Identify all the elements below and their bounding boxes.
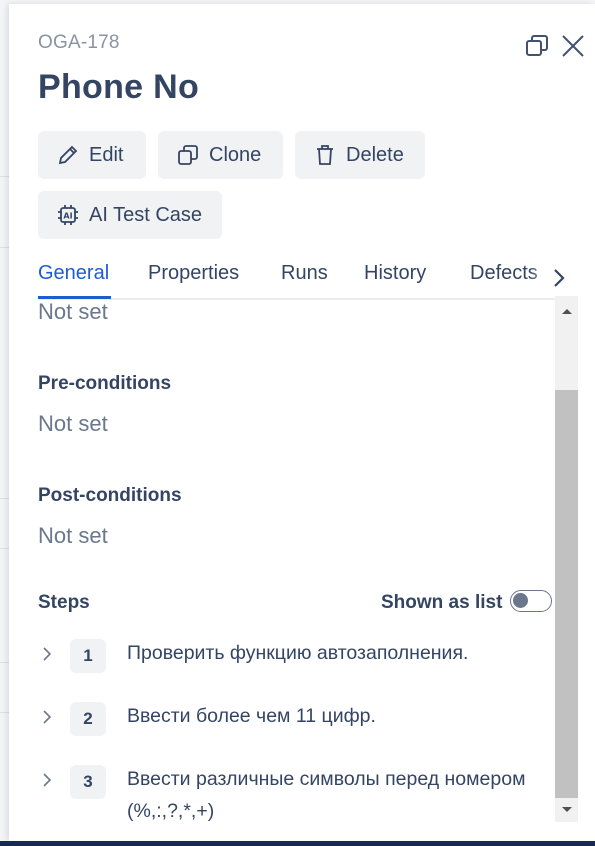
field-value: Not set [38,299,108,324]
scrollbar-thumb[interactable] [555,390,578,798]
backdrop-divider [0,712,9,713]
postconditions-value: Not set [38,523,108,548]
ai-test-case-button-label: AI Test Case [89,203,203,226]
test-case-panel: OGA-178 Phone No Edit Clone Delete AI AI… [9,4,595,841]
backdrop-divider [0,176,9,177]
tab-defects[interactable]: Defects [470,262,538,285]
ai-chip-icon: AI [58,205,78,225]
shown-as-list-label: Shown as list [381,592,503,613]
chevron-right-icon[interactable] [38,708,56,726]
trash-icon [317,145,333,165]
bottom-edge [0,841,595,846]
scroll-down-arrow-icon[interactable] [555,799,578,821]
step-number: 2 [70,702,106,736]
step-text: Проверить функцию автозаполнения. [127,642,469,664]
ai-test-case-button[interactable]: AI AI Test Case [38,191,222,239]
edit-button[interactable]: Edit [38,131,146,179]
chevron-right-icon[interactable] [548,264,570,292]
scroll-up-arrow-icon[interactable] [555,300,578,322]
restore-window-icon[interactable] [521,30,553,62]
shown-as-list-toggle[interactable] [510,590,552,612]
clone-button[interactable]: Clone [158,131,283,179]
preconditions-value: Not set [38,411,108,436]
issue-key[interactable]: OGA-178 [38,32,120,54]
delete-button[interactable]: Delete [295,131,425,179]
chevron-right-icon[interactable] [38,771,56,789]
toggle-knob [513,593,528,608]
step-text: Ввести различные символы перед номером (… [127,768,526,822]
step-text: Ввести более чем 11 цифр. [127,705,376,727]
tab-bar: General Properties Runs History Defects [38,262,580,300]
delete-button-label: Delete [346,143,404,166]
backdrop-divider [0,247,9,248]
preconditions-label: Pre-conditions [38,373,172,394]
backdrop-divider [0,662,9,663]
step-number: 3 [70,765,106,799]
backdrop-divider [0,548,9,549]
edit-button-label: Edit [89,143,124,166]
step-number: 1 [70,639,106,673]
close-icon[interactable] [557,30,589,62]
tab-properties[interactable]: Properties [148,262,239,285]
general-tab-content: Not set Pre-conditions Not set Post-cond… [38,294,553,834]
clone-button-label: Clone [209,143,262,166]
tab-runs[interactable]: Runs [281,262,328,285]
postconditions-label: Post-conditions [38,485,182,506]
chevron-right-icon[interactable] [38,645,56,663]
copy-icon [178,145,198,165]
svg-text:AI: AI [63,212,72,221]
pencil-icon [58,145,78,165]
tab-general[interactable]: General [38,262,109,285]
page-title: Phone No [38,68,200,106]
tab-history[interactable]: History [364,262,426,285]
backdrop-divider [0,498,9,499]
steps-label: Steps [38,592,90,613]
content-scrollbar[interactable] [555,296,578,822]
